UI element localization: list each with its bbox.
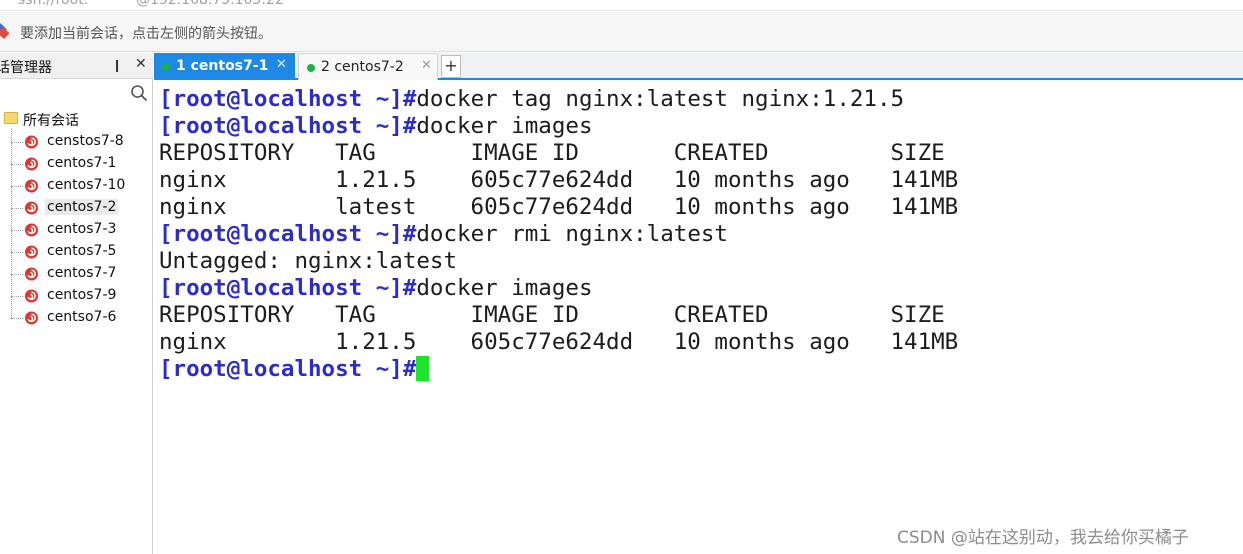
close-icon[interactable]: ✕ bbox=[135, 56, 147, 72]
address-bar: ssh://root: @192.168.75.105:22 bbox=[0, 0, 1243, 11]
text-cursor bbox=[416, 356, 430, 381]
session-item[interactable]: centos7-5 bbox=[11, 242, 141, 262]
command-text: docker tag nginx:latest nginx:1.21.5 bbox=[416, 86, 905, 112]
command-line: [root@localhost ~]#docker images bbox=[159, 275, 593, 302]
tab-label: 1 centos7-1 bbox=[176, 58, 269, 74]
tab-close-icon[interactable]: ✕ bbox=[276, 57, 287, 72]
output-line: nginx 1.21.5 605c77e624dd 10 months ago … bbox=[159, 167, 958, 194]
tab-label: 2 centos7-2 bbox=[321, 59, 404, 75]
session-icon bbox=[25, 267, 38, 281]
tree-branch bbox=[11, 230, 23, 231]
shell-prompt: [root@localhost ~]# bbox=[159, 356, 417, 382]
session-icon bbox=[25, 311, 38, 325]
session-item[interactable]: centos7-7 bbox=[11, 264, 141, 284]
output-text: Untagged: nginx:latest bbox=[159, 248, 458, 274]
output-line: REPOSITORY TAG IMAGE ID CREATED SIZE bbox=[159, 302, 945, 329]
output-line: Untagged: nginx:latest bbox=[159, 248, 457, 275]
session-item-label: centos7-10 bbox=[47, 177, 126, 193]
session-item[interactable]: centos7-1 bbox=[11, 154, 141, 174]
session-item-label: centos7-7 bbox=[47, 265, 117, 281]
session-item-label: censtos7-8 bbox=[47, 133, 124, 149]
output-text: nginx 1.21.5 605c77e624dd 10 months ago … bbox=[159, 329, 959, 355]
search-icon[interactable] bbox=[130, 84, 148, 102]
session-status-icon bbox=[162, 63, 170, 71]
tree-root-label: 所有会话 bbox=[23, 113, 79, 129]
address-host: @192.168.75.105:22 bbox=[136, 0, 284, 8]
panel-header: 话管理器 ❙ ✕ bbox=[0, 53, 153, 79]
command-line: [root@localhost ~]#docker rmi nginx:late… bbox=[159, 221, 728, 248]
tab-close-icon[interactable]: ✕ bbox=[421, 58, 432, 73]
output-text: REPOSITORY TAG IMAGE ID CREATED SIZE bbox=[159, 140, 945, 166]
shell-prompt: [root@localhost ~]# bbox=[159, 275, 417, 301]
session-item-label: centos7-1 bbox=[47, 155, 117, 171]
session-item-label: centos7-3 bbox=[47, 221, 117, 237]
session-item-label: centos7-5 bbox=[47, 243, 117, 259]
session-item[interactable]: censtos7-8 bbox=[11, 132, 141, 152]
tree-branch bbox=[11, 274, 23, 275]
tree-branch bbox=[11, 296, 23, 297]
output-text: nginx 1.21.5 605c77e624dd 10 months ago … bbox=[159, 167, 959, 193]
session-icon bbox=[25, 157, 38, 171]
output-line: REPOSITORY TAG IMAGE ID CREATED SIZE bbox=[159, 140, 945, 167]
session-icon bbox=[25, 201, 38, 215]
command-text: docker images bbox=[416, 275, 593, 301]
command-line: [root@localhost ~]#docker tag nginx:late… bbox=[159, 86, 904, 113]
tree-branch bbox=[11, 186, 23, 187]
session-icon bbox=[25, 135, 38, 149]
tree-branch bbox=[11, 208, 23, 209]
terminal-output[interactable]: [root@localhost ~]#docker tag nginx:late… bbox=[154, 82, 1243, 554]
pin-icon[interactable]: ❙ bbox=[112, 58, 122, 72]
output-line: nginx 1.21.5 605c77e624dd 10 months ago … bbox=[159, 329, 958, 356]
session-item-label: centso7-6 bbox=[47, 309, 117, 325]
session-item[interactable]: centos7-10 bbox=[11, 176, 141, 196]
tree-branch bbox=[11, 164, 23, 165]
tab-bar: 1 centos7-1 ✕ 2 centos7-2 ✕ + bbox=[154, 53, 1243, 80]
session-item[interactable]: centos7-2 bbox=[11, 198, 141, 218]
session-item[interactable]: centos7-3 bbox=[11, 220, 141, 240]
folder-icon bbox=[4, 112, 18, 124]
add-session-arrow-icon[interactable] bbox=[0, 23, 10, 39]
session-icon bbox=[25, 223, 38, 237]
command-text: docker rmi nginx:latest bbox=[416, 221, 728, 247]
tree-branch bbox=[11, 318, 23, 319]
session-icon bbox=[25, 289, 38, 303]
session-item-label: centos7-2 bbox=[45, 199, 119, 215]
hint-text: 要添加当前会话，点击左侧的箭头按钮。 bbox=[20, 26, 272, 42]
panel-title: 话管理器 bbox=[0, 60, 52, 76]
output-text: REPOSITORY TAG IMAGE ID CREATED SIZE bbox=[159, 302, 945, 328]
output-text: nginx latest 605c77e624dd 10 months ago … bbox=[159, 194, 959, 220]
command-line: [root@localhost ~]# bbox=[159, 356, 430, 383]
command-line: [root@localhost ~]#docker images bbox=[159, 113, 593, 140]
session-icon bbox=[25, 179, 38, 193]
watermark: CSDN @站在这别动，我去给你买橘子 bbox=[897, 528, 1189, 548]
output-line: nginx latest 605c77e624dd 10 months ago … bbox=[159, 194, 958, 221]
session-item[interactable]: centso7-6 bbox=[11, 308, 141, 328]
tab-centos7-1[interactable]: 1 centos7-1 ✕ bbox=[154, 53, 295, 80]
new-tab-button[interactable]: + bbox=[441, 55, 461, 78]
tab-centos7-2[interactable]: 2 centos7-2 ✕ bbox=[298, 53, 438, 80]
address-left: ssh://root: bbox=[18, 0, 89, 8]
shell-prompt: [root@localhost ~]# bbox=[159, 113, 417, 139]
session-status-icon bbox=[307, 64, 315, 72]
session-item-label: centos7-9 bbox=[47, 287, 117, 303]
shell-prompt: [root@localhost ~]# bbox=[159, 221, 417, 247]
command-text: docker images bbox=[416, 113, 593, 139]
tree-branch bbox=[11, 252, 23, 253]
session-manager-panel: 话管理器 ❙ ✕ 所有会话 censtos7-8 centos7-1 centos7… bbox=[0, 53, 153, 554]
tree-branch bbox=[11, 142, 23, 143]
session-icon bbox=[25, 245, 38, 259]
session-item[interactable]: centos7-9 bbox=[11, 286, 141, 306]
shell-prompt: [root@localhost ~]# bbox=[159, 86, 417, 112]
hint-bar: 要添加当前会话，点击左侧的箭头按钮。 bbox=[0, 12, 1243, 52]
